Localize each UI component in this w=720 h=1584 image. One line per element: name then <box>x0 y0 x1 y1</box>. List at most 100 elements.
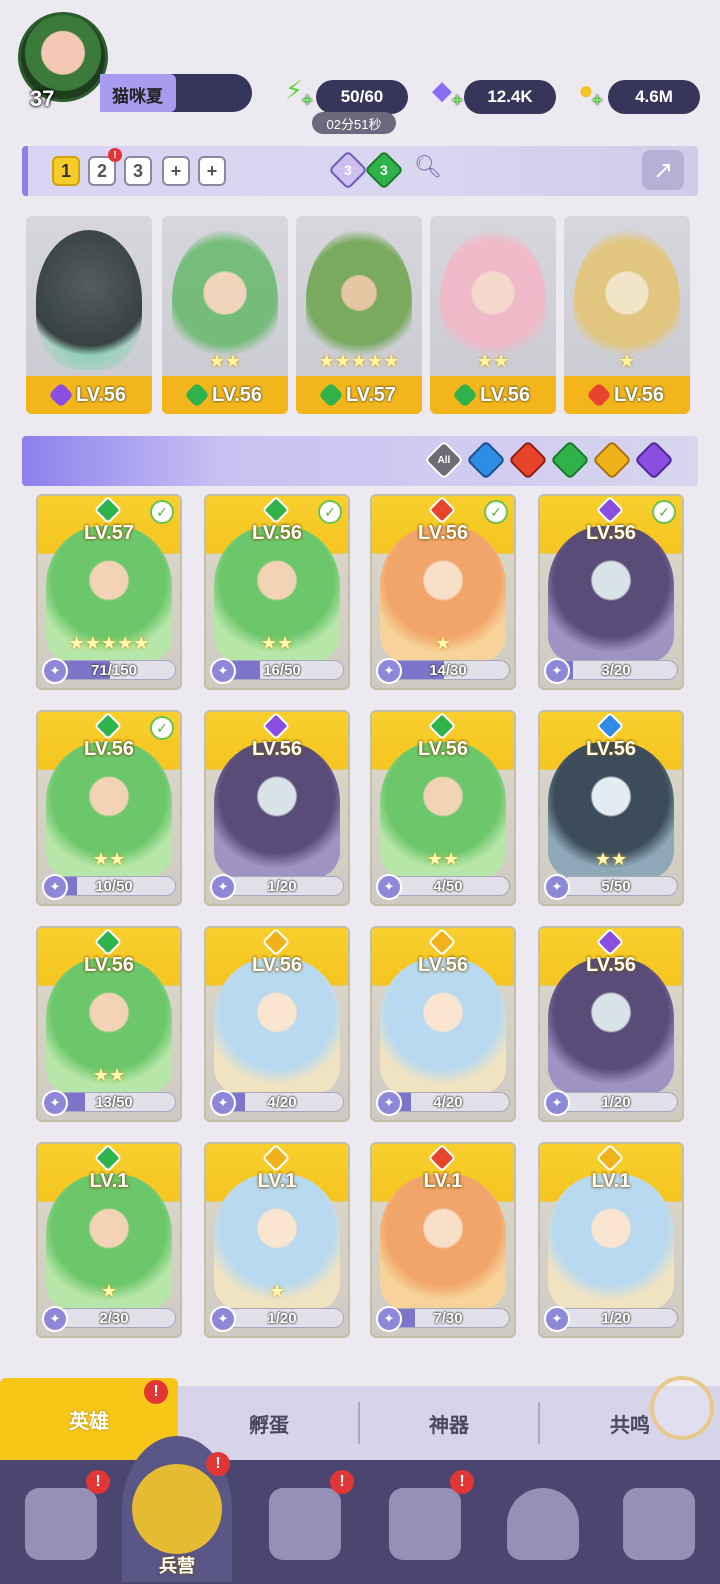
shard-icon: ✦ <box>544 1306 570 1332</box>
shard-icon: ✦ <box>210 658 236 684</box>
hero-portrait <box>172 230 278 370</box>
team-nature-count: 3 <box>380 161 388 178</box>
nav-guild[interactable] <box>604 1470 714 1578</box>
hero-stars: ★ <box>434 633 452 653</box>
mushroom-house-icon <box>507 1488 579 1560</box>
nav-house[interactable] <box>488 1470 598 1578</box>
hero-portrait <box>214 742 340 878</box>
water-element-icon <box>595 712 625 741</box>
alert-icon: ! <box>330 1470 354 1494</box>
hero-level: LV.56 <box>251 522 303 544</box>
hero-card[interactable]: LV.1 1/20 ✦ <box>538 1142 684 1338</box>
shard-icon: ✦ <box>376 1090 402 1116</box>
hero-card[interactable]: ✓ LV.56 ★★ 16/50 ✦ <box>204 494 350 690</box>
hero-level: LV.56 <box>417 522 469 544</box>
hero-card[interactable]: ✓ LV.56 ★ 14/30 ✦ <box>370 494 516 690</box>
hero-portrait <box>440 230 546 370</box>
hero-level: LV.1 <box>257 1170 297 1192</box>
hero-level: LV.56 <box>211 383 263 406</box>
shard-count: 71/150 <box>91 662 137 679</box>
player-name-bar[interactable]: 猫咪夏 <box>100 74 252 112</box>
shard-icon: ✦ <box>376 1306 402 1332</box>
hero-card[interactable]: LV.56 ★★ 13/50 ✦ <box>36 926 182 1122</box>
fire-element-icon <box>427 496 457 525</box>
map-book-icon <box>269 1488 341 1560</box>
add-team-button[interactable]: + <box>162 156 190 186</box>
check-icon: ✓ <box>150 716 174 740</box>
hero-stars: ★★ <box>92 1065 126 1085</box>
castle-icon <box>389 1488 461 1560</box>
hero-card[interactable]: LV.56 4/20 ✦ <box>204 926 350 1122</box>
nav-map[interactable]: ! <box>250 1470 360 1578</box>
shard-count: 1/20 <box>601 1310 631 1327</box>
share-button[interactable]: ↗ <box>642 150 684 190</box>
cards-icon <box>25 1488 97 1560</box>
nature-element-icon <box>318 382 344 408</box>
hero-stars: ★★ <box>92 849 126 869</box>
team-tab-1[interactable]: 1 <box>52 156 80 186</box>
add-team-button[interactable]: + <box>198 156 226 186</box>
hero-portrait <box>36 230 142 370</box>
shard-progress-bar: 13/50 <box>52 1092 176 1112</box>
hero-stars: ★★ <box>476 351 510 371</box>
hero-level: LV.56 <box>83 738 135 760</box>
hero-card[interactable]: ✓ LV.56 3/20 ✦ <box>538 494 684 690</box>
shard-progress-bar: 71/150 <box>52 660 176 680</box>
energy-timer: 02分51秒 <box>312 112 396 134</box>
add-gold-icon[interactable]: + <box>592 90 603 111</box>
hero-stars: ★★★★★ <box>68 633 150 653</box>
hero-level: LV.56 <box>585 522 637 544</box>
nav-cards[interactable]: ! <box>6 1470 116 1578</box>
shard-count: 16/50 <box>263 662 301 679</box>
shard-progress-bar: 4/20 <box>220 1092 344 1112</box>
hero-card[interactable]: LV.1 ★ 2/30 ✦ <box>36 1142 182 1338</box>
gems-value: 12.4K <box>464 80 556 114</box>
hero-card[interactable]: ✓ LV.56 ★★ 10/50 ✦ <box>36 710 182 906</box>
nav-barracks[interactable]: 兵营 ! <box>122 1436 232 1582</box>
shard-progress-bar: 4/20 <box>386 1092 510 1112</box>
hero-level: LV.1 <box>89 1170 129 1192</box>
light-element-icon <box>261 928 291 957</box>
shard-icon: ✦ <box>210 1306 236 1332</box>
nature-element-icon <box>184 382 210 408</box>
check-icon: ✓ <box>652 500 676 524</box>
team-card[interactable]: ★★★★★ LV.57 <box>296 216 422 414</box>
hero-card[interactable]: LV.56 ★★ 5/50 ✦ <box>538 710 684 906</box>
team-card[interactable]: ★★ LV.56 <box>430 216 556 414</box>
hero-card[interactable]: ✓ LV.57 ★★★★★ 71/150 ✦ <box>36 494 182 690</box>
shard-count: 4/50 <box>433 878 463 895</box>
hero-card[interactable]: LV.56 ★★ 4/50 ✦ <box>370 710 516 906</box>
shard-progress-bar: 3/20 <box>554 660 678 680</box>
hero-level: LV.57 <box>83 522 135 544</box>
nature-element-icon <box>261 496 291 525</box>
nav-castle[interactable]: ! <box>370 1470 480 1578</box>
compass-button[interactable] <box>650 1376 714 1440</box>
shard-progress-bar: 16/50 <box>220 660 344 680</box>
hero-portrait <box>548 1174 674 1310</box>
team-card[interactable]: ★★ LV.56 <box>162 216 288 414</box>
hero-card[interactable]: LV.1 ★ 1/20 ✦ <box>204 1142 350 1338</box>
dark-element-icon <box>595 496 625 525</box>
team-tab-3[interactable]: 3 <box>124 156 152 186</box>
add-gems-icon[interactable]: + <box>452 90 463 111</box>
add-energy-icon[interactable]: + <box>302 90 313 111</box>
shard-progress-bar: 1/20 <box>554 1092 678 1112</box>
team-card[interactable]: LV.56 <box>26 216 152 414</box>
hero-card[interactable]: LV.56 4/20 ✦ <box>370 926 516 1122</box>
hero-level: LV.56 <box>251 954 303 976</box>
hero-level: LV.57 <box>345 383 397 406</box>
shard-progress-bar: 1/20 <box>220 876 344 896</box>
shard-progress-bar: 14/30 <box>386 660 510 680</box>
dark-element-icon <box>595 928 625 957</box>
hero-stars: ★ <box>100 1281 118 1301</box>
hero-card[interactable]: LV.56 1/20 ✦ <box>538 926 684 1122</box>
shard-progress-bar: 1/20 <box>220 1308 344 1328</box>
search-icon[interactable]: 🔍︎ <box>414 154 442 180</box>
hero-card[interactable]: LV.56 1/20 ✦ <box>204 710 350 906</box>
tab-artifacts[interactable]: 神器 <box>360 1386 538 1460</box>
hero-level: LV.56 <box>585 738 637 760</box>
hero-card[interactable]: LV.1 7/30 ✦ <box>370 1142 516 1338</box>
shard-count: 1/20 <box>267 1310 297 1327</box>
shard-progress-bar: 5/50 <box>554 876 678 896</box>
team-card[interactable]: ★ LV.56 <box>564 216 690 414</box>
